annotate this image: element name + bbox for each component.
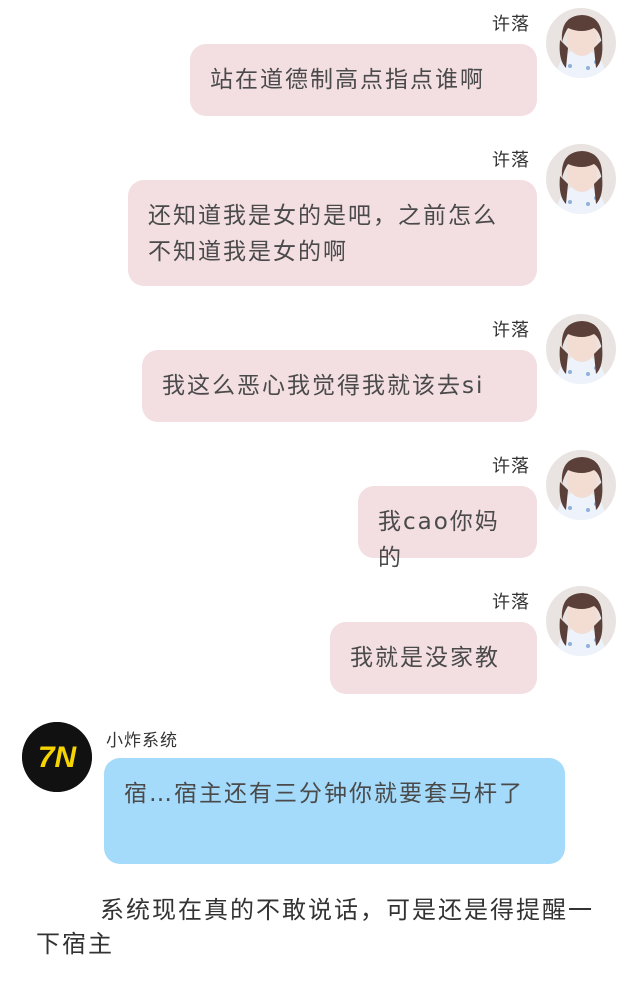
narration-text: 系统现在真的不敢说话，可是还是得提醒一下宿主 [36, 896, 594, 958]
system-logo-icon: 7N [22, 722, 92, 792]
sender-name: 许落 [492, 456, 530, 477]
system-logo-avatar[interactable]: 7N [22, 722, 92, 792]
user-avatar[interactable] [546, 8, 616, 78]
system-logo-text: 7N [38, 741, 78, 774]
user-avatar[interactable] [546, 450, 616, 520]
sender-name: 许落 [492, 14, 530, 35]
message-bubble: 宿…宿主还有三分钟你就要套马杆了 [104, 758, 565, 864]
sender-name: 小炸系统 [106, 731, 178, 751]
message-bubble: 我就是没家教 [330, 622, 537, 694]
user-avatar[interactable] [546, 144, 616, 214]
sender-name: 许落 [492, 150, 530, 171]
sender-name: 许落 [492, 320, 530, 341]
message-bubble: 还知道我是女的是吧，之前怎么不知道我是女的啊 [128, 180, 537, 286]
message-bubble: 站在道德制高点指点谁啊 [190, 44, 537, 116]
user-avatar[interactable] [546, 586, 616, 656]
sender-name: 许落 [492, 592, 530, 613]
message-bubble: 我这么恶心我觉得我就该去si [142, 350, 537, 422]
user-avatar[interactable] [546, 314, 616, 384]
message-bubble: 我cao你妈的 [358, 486, 537, 571]
